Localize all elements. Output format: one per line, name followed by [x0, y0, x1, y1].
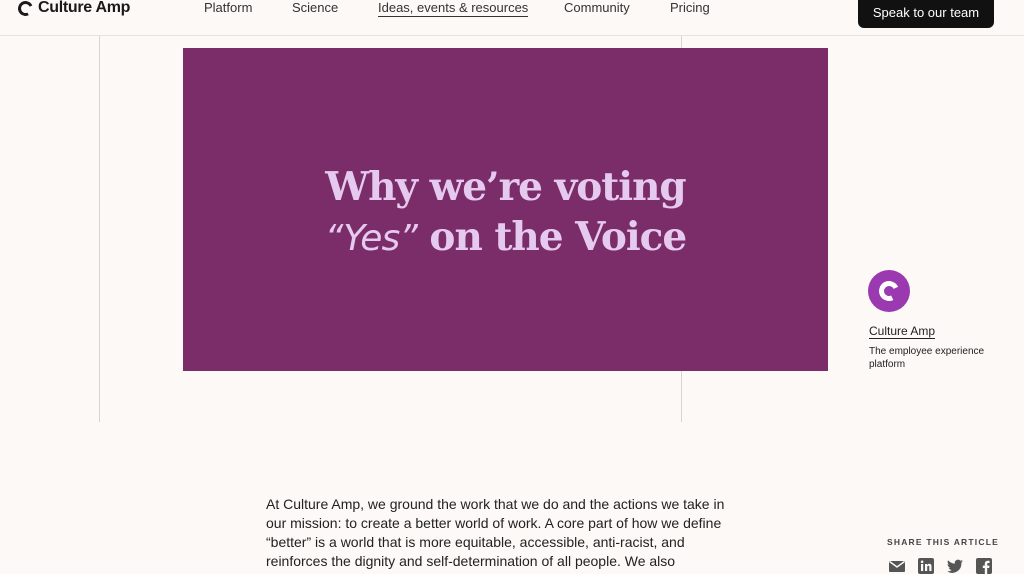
- speak-to-our-team-button[interactable]: Speak to our team: [858, 0, 994, 28]
- hero-banner: Why we’re voting “Yes” on the Voice: [183, 48, 828, 371]
- share-icons: [888, 557, 993, 574]
- brand-name: Culture Amp: [38, 0, 131, 16]
- nav-link-pricing[interactable]: Pricing: [670, 0, 710, 16]
- article-intro-paragraph: At Culture Amp, we ground the work that …: [266, 496, 725, 569]
- nav-link-science[interactable]: Science: [292, 0, 338, 16]
- facebook-icon[interactable]: [975, 557, 993, 574]
- brand-logo[interactable]: Culture Amp: [15, 0, 131, 18]
- hero-title-line-1: Why we’re voting: [325, 164, 686, 210]
- linkedin-icon[interactable]: [917, 557, 935, 574]
- layout-guide-line-left: [99, 36, 100, 422]
- nav-link-community[interactable]: Community: [564, 0, 630, 16]
- top-navigation: Culture Amp Platform Science Ideas, even…: [0, 0, 1024, 36]
- nav-link-ideas-events-resources[interactable]: Ideas, events & resources: [378, 0, 529, 17]
- author-name-link[interactable]: Culture Amp: [869, 324, 936, 339]
- hero-title-line-2: “Yes” on the Voice: [324, 214, 687, 260]
- culture-amp-logo-icon: [876, 278, 902, 304]
- share-article-label: SHARE THIS ARTICLE: [887, 537, 999, 547]
- hero-title-line-2-rest: on the Voice: [416, 214, 687, 260]
- author-avatar[interactable]: [868, 270, 910, 312]
- author-description: The employee experience platform: [869, 346, 985, 370]
- hero-title-yes: “Yes”: [324, 218, 418, 259]
- hero-title: Why we’re voting “Yes” on the Voice: [183, 162, 828, 264]
- email-icon[interactable]: [888, 557, 906, 574]
- nav-link-platform[interactable]: Platform: [204, 0, 252, 16]
- twitter-icon[interactable]: [946, 557, 964, 574]
- culture-amp-logo-icon: [15, 0, 36, 18]
